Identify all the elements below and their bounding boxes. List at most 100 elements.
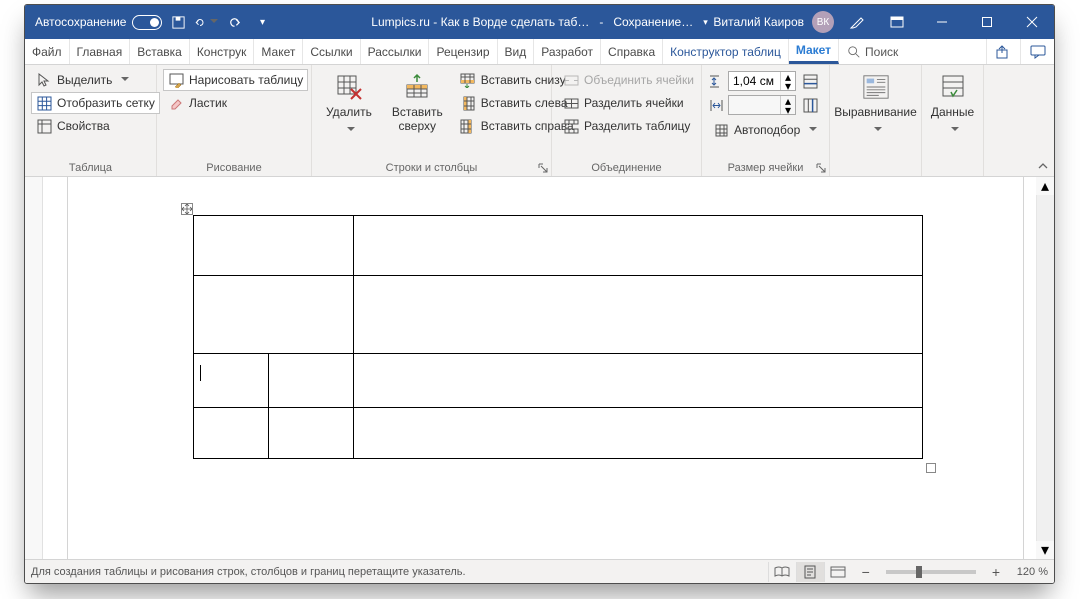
autosave-label: Автосохранение <box>35 15 126 29</box>
scroll-up-arrow[interactable]: ▴ <box>1036 177 1054 195</box>
data-icon <box>939 73 967 101</box>
insert-below-icon <box>460 72 476 88</box>
tab-dev[interactable]: Разработ <box>534 39 601 64</box>
tab-layout[interactable]: Макет <box>254 39 303 64</box>
draw-table-icon <box>168 72 184 88</box>
ribbon-tabs: Файл Главная Вставка Конструк Макет Ссыл… <box>25 39 1054 65</box>
text-cursor <box>200 365 201 381</box>
vertical-scrollbar[interactable]: ▴ ▾ <box>1036 177 1054 559</box>
split-cells-button[interactable]: Разделить ячейки <box>558 92 699 114</box>
zoom-slider[interactable] <box>886 570 976 574</box>
print-layout-button[interactable] <box>796 562 824 582</box>
avatar[interactable]: ВК <box>812 11 834 33</box>
comments-button[interactable] <box>1020 39 1054 64</box>
vertical-ruler[interactable] <box>25 177 43 559</box>
row-height-icon <box>708 73 724 89</box>
collapse-ribbon-button[interactable] <box>1032 65 1054 176</box>
tab-insert[interactable]: Вставка <box>130 39 190 64</box>
split-cells-icon <box>563 95 579 111</box>
search-placeholder: Поиск <box>865 45 898 59</box>
share-button[interactable] <box>986 39 1020 64</box>
ribbon-display-button[interactable] <box>874 5 919 39</box>
show-grid-button[interactable]: Отобразить сетку <box>31 92 160 114</box>
tab-help[interactable]: Справка <box>601 39 663 64</box>
rowcols-dialog-launcher[interactable] <box>536 161 549 174</box>
alignment-icon <box>862 73 890 101</box>
titlebar: Автосохранение ▾ Lumpics.ru - Как в Ворд… <box>25 5 1054 39</box>
avatar-initials: ВК <box>817 17 830 28</box>
undo-button[interactable] <box>194 10 218 34</box>
pen-tools-icon[interactable] <box>840 10 874 34</box>
zoom-value[interactable]: 120 % <box>1010 566 1048 578</box>
doc-title-area: Lumpics.ru - Как в Ворде сделать таб… - … <box>371 15 707 29</box>
row-height-input[interactable]: 1,04 см ▴▾ <box>728 71 796 91</box>
close-button[interactable] <box>1009 5 1054 39</box>
insert-right-icon <box>460 118 476 134</box>
group-label-table: Таблица <box>31 161 150 176</box>
merge-cells-icon <box>563 72 579 88</box>
tab-table-design[interactable]: Конструктор таблиц <box>663 39 789 64</box>
table-resize-handle[interactable] <box>926 463 936 473</box>
alignment-button[interactable]: Выравнивание <box>826 69 925 142</box>
autosave-toggle[interactable]: Автосохранение <box>35 15 162 30</box>
eraser-button[interactable]: Ластик <box>163 92 308 114</box>
toggle-switch-icon <box>132 15 162 30</box>
maximize-button[interactable] <box>964 5 1009 39</box>
qat-customize[interactable]: ▾ <box>250 10 274 34</box>
grid-icon <box>36 95 52 111</box>
autofit-icon <box>713 122 729 138</box>
group-label-rowcols: Строки и столбцы <box>318 161 545 176</box>
document-area: ▴ ▾ <box>25 177 1054 559</box>
distribute-rows-icon[interactable] <box>802 73 818 89</box>
tab-design[interactable]: Конструк <box>190 39 255 64</box>
minimize-button[interactable] <box>919 5 964 39</box>
tab-review[interactable]: Рецензир <box>429 39 497 64</box>
cursor-icon <box>36 72 52 88</box>
draw-table-button[interactable]: Нарисовать таблицу <box>163 69 308 91</box>
merge-cells-button[interactable]: Объединить ячейки <box>558 69 699 91</box>
status-hint: Для создания таблицы и рисования строк, … <box>31 566 466 578</box>
scroll-down-arrow[interactable]: ▾ <box>1036 541 1054 559</box>
tab-table-layout[interactable]: Макет <box>789 39 839 64</box>
distribute-cols-icon[interactable] <box>802 97 818 113</box>
spin-down-w[interactable]: ▾ <box>781 105 795 114</box>
page[interactable] <box>67 177 1024 559</box>
zoom-out-button[interactable]: − <box>858 564 874 580</box>
split-table-icon <box>563 118 579 134</box>
status-bar: Для создания таблицы и рисования строк, … <box>25 559 1054 583</box>
ribbon: Выделить Отобразить сетку Свойства Табли… <box>25 65 1054 177</box>
read-mode-button[interactable] <box>768 562 796 582</box>
split-table-button[interactable]: Разделить таблицу <box>558 115 699 137</box>
search-box[interactable]: Поиск <box>847 39 986 64</box>
tab-mail[interactable]: Рассылки <box>361 39 430 64</box>
insert-above-button[interactable]: Вставить сверху <box>384 69 451 137</box>
app-window: Автосохранение ▾ Lumpics.ru - Как в Ворд… <box>24 4 1055 584</box>
eraser-icon <box>168 95 184 111</box>
doc-title: Lumpics.ru - Как в Ворде сделать таб… <box>371 15 589 29</box>
web-layout-button[interactable] <box>824 562 852 582</box>
tab-refs[interactable]: Ссылки <box>303 39 360 64</box>
save-icon[interactable] <box>166 10 190 34</box>
zoom-in-button[interactable]: + <box>988 564 1004 580</box>
group-label-draw: Рисование <box>163 161 305 176</box>
properties-icon <box>36 118 52 134</box>
tab-view[interactable]: Вид <box>498 39 535 64</box>
col-width-icon <box>708 97 724 113</box>
tab-file[interactable]: Файл <box>25 39 70 64</box>
user-name: Виталий Каиров <box>713 15 804 29</box>
data-button[interactable]: Данные <box>923 69 982 142</box>
drawn-table[interactable] <box>193 215 923 459</box>
autofit-button[interactable]: Автоподбор <box>708 119 822 141</box>
cellsize-dialog-launcher[interactable] <box>814 161 827 174</box>
redo-button[interactable] <box>222 10 246 34</box>
properties-button[interactable]: Свойства <box>31 115 160 137</box>
col-width-input[interactable]: ▴▾ <box>728 95 796 115</box>
delete-button[interactable]: Удалить <box>318 69 380 142</box>
row-height-value: 1,04 см <box>729 74 780 88</box>
select-button[interactable]: Выделить <box>31 69 160 91</box>
insert-left-icon <box>460 95 476 111</box>
spin-down[interactable]: ▾ <box>781 81 795 90</box>
group-label-cellsize: Размер ячейки <box>708 161 823 176</box>
table-move-handle[interactable] <box>181 203 193 215</box>
tab-home[interactable]: Главная <box>70 39 131 64</box>
